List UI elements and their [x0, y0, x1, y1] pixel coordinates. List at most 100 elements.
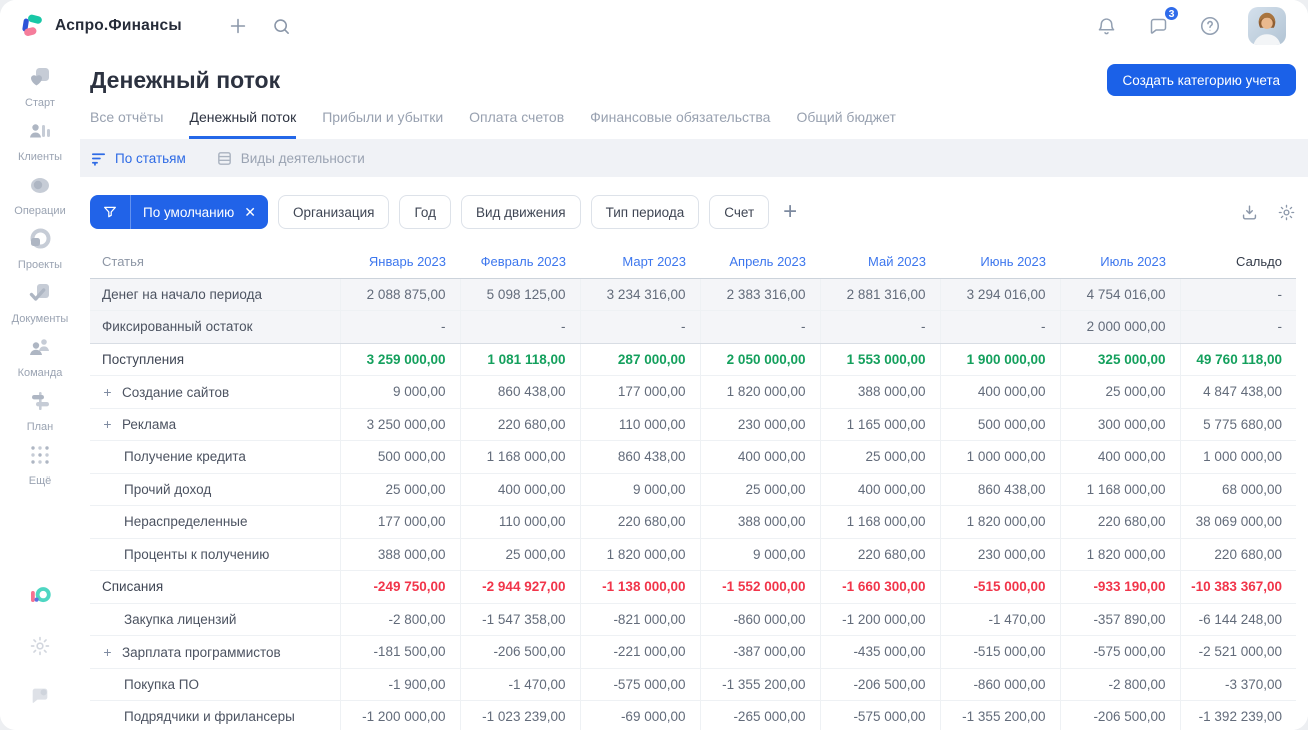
- value-cell: 230 000,00: [699, 408, 820, 441]
- column-month[interactable]: Июль 2023: [1060, 245, 1180, 279]
- expand-icon[interactable]: +: [102, 416, 113, 432]
- sidebar: Старт Клиенты Операции Проекты Документы Кома…: [0, 52, 80, 730]
- sidebar-item-4[interactable]: Проекты: [4, 222, 76, 276]
- tab-1[interactable]: Все отчёты: [90, 109, 163, 139]
- sidebar-nav: Старт Клиенты Операции Проекты Документы Кома…: [4, 60, 76, 492]
- value-cell: 860 438,00: [939, 473, 1060, 506]
- row-label: Получение кредита: [90, 440, 340, 474]
- value-cell: 1 820 000,00: [699, 375, 820, 409]
- row-label: Поступления: [90, 343, 340, 376]
- filter-chip-5[interactable]: Счет: [709, 195, 770, 229]
- search-icon[interactable]: [268, 12, 296, 40]
- value-cell: 400 000,00: [699, 440, 820, 474]
- value-cell: -1 355 200,00: [699, 668, 820, 701]
- create-category-button[interactable]: Создать категорию учета: [1106, 64, 1296, 96]
- value-cell: 1 000 000,00: [1179, 440, 1296, 474]
- value-cell: -515 000,00: [939, 635, 1060, 669]
- value-cell: 2 088 875,00: [339, 278, 460, 311]
- value-cell: 388 000,00: [819, 375, 940, 409]
- value-cell: 1 000 000,00: [939, 440, 1060, 474]
- expand-icon[interactable]: +: [102, 644, 113, 660]
- filter-chip-1[interactable]: Организация: [278, 195, 390, 229]
- value-cell: 1 168 000,00: [459, 440, 580, 474]
- settings-gear-icon[interactable]: [26, 632, 54, 660]
- aspro-logo-icon: [18, 12, 46, 40]
- sidebar-item-8[interactable]: Ещё: [4, 438, 76, 492]
- table-row: Денег на начало периода 2 088 875,00 5 098…: [90, 278, 1296, 311]
- sidebar-item-1[interactable]: Старт: [4, 60, 76, 114]
- value-cell: 220 680,00: [1059, 505, 1180, 539]
- value-cell: -: [459, 310, 580, 344]
- value-cell: 38 069 000,00: [1179, 505, 1296, 539]
- documents-icon: [28, 281, 52, 310]
- user-avatar[interactable]: [1248, 7, 1286, 45]
- filter-chip-2[interactable]: Год: [399, 195, 451, 229]
- sidebar-item-label: Клиенты: [17, 151, 63, 163]
- sidebar-item-6[interactable]: Команда: [4, 330, 76, 384]
- table-row: Поступления 3 259 000,00 1 081 118,00 287 0…: [90, 343, 1296, 376]
- view-switch-label: По статьям: [115, 150, 186, 166]
- help-icon[interactable]: [1196, 12, 1224, 40]
- close-icon[interactable]: ✕: [241, 205, 268, 219]
- feedback-chat-icon[interactable]: [26, 682, 54, 710]
- main-area: Денежный поток Создать категорию учета В…: [80, 52, 1308, 730]
- sidebar-item-label: Проекты: [17, 259, 63, 271]
- brand[interactable]: Аспро.Финансы: [18, 12, 182, 40]
- sidebar-item-2[interactable]: Клиенты: [4, 114, 76, 168]
- expand-icon[interactable]: +: [102, 384, 113, 400]
- funnel-icon[interactable]: [90, 195, 131, 229]
- value-cell: -6 144 248,00: [1179, 603, 1296, 636]
- sidebar-item-3[interactable]: Операции: [4, 168, 76, 222]
- activity-types-icon: [216, 150, 233, 167]
- value-cell: -1 355 200,00: [939, 700, 1060, 730]
- value-cell: -: [339, 310, 460, 344]
- value-cell: 2 050 000,00: [699, 343, 820, 376]
- table-settings-gear-icon[interactable]: [1277, 203, 1296, 222]
- tab-3[interactable]: Прибыли и убытки: [322, 109, 443, 139]
- value-cell: 220 680,00: [819, 538, 940, 571]
- download-icon[interactable]: [1240, 203, 1259, 222]
- default-filter-chip[interactable]: По умолчанию ✕: [90, 195, 269, 229]
- view-switch-label: Виды деятельности: [240, 150, 365, 166]
- row-label: Денег на начало периода: [90, 278, 340, 311]
- aspro-product-logo-icon[interactable]: [26, 582, 54, 610]
- column-month[interactable]: Май 2023: [820, 245, 940, 279]
- value-cell: 4 754 016,00: [1059, 278, 1180, 311]
- table-row: Проценты к получению 388 000,00 25 000,00 1…: [90, 538, 1296, 571]
- value-cell: 9 000,00: [699, 538, 820, 571]
- chat-icon[interactable]: 3: [1144, 5, 1180, 40]
- row-label: Списания: [90, 570, 340, 604]
- column-month[interactable]: Февраль 2023: [460, 245, 580, 279]
- row-label: + Зарплата программистов: [90, 635, 340, 669]
- tab-5[interactable]: Финансовые обязательства: [590, 109, 770, 139]
- row-label: + Реклама: [90, 408, 340, 441]
- view-switch-item-2[interactable]: Виды деятельности: [216, 150, 365, 167]
- tab-4[interactable]: Оплата счетов: [469, 109, 564, 139]
- value-cell: -860 000,00: [939, 668, 1060, 701]
- sidebar-item-7[interactable]: План: [4, 384, 76, 438]
- column-month[interactable]: Январь 2023: [340, 245, 460, 279]
- value-cell: 388 000,00: [339, 538, 460, 571]
- row-label: Покупка ПО: [90, 668, 340, 701]
- filter-chip-3[interactable]: Вид движения: [460, 195, 581, 229]
- add-filter-icon[interactable]: +: [783, 200, 797, 224]
- column-month[interactable]: Март 2023: [580, 245, 700, 279]
- value-cell: -575 000,00: [579, 668, 700, 701]
- value-cell: 2 881 316,00: [819, 278, 940, 311]
- table-row: Фиксированный остаток - - - - - -2 000 000,00-: [90, 310, 1296, 344]
- column-month[interactable]: Апрель 2023: [700, 245, 820, 279]
- value-cell: -1 023 239,00: [459, 700, 580, 730]
- column-month[interactable]: Июнь 2023: [940, 245, 1060, 279]
- value-cell: 3 259 000,00: [339, 343, 460, 376]
- filter-chip-4[interactable]: Тип периода: [590, 195, 700, 229]
- sidebar-item-5[interactable]: Документы: [4, 276, 76, 330]
- value-cell: -1 470,00: [939, 603, 1060, 636]
- value-cell: 1 168 000,00: [819, 505, 940, 539]
- notifications-bell-icon[interactable]: [1092, 12, 1120, 40]
- view-switch-item-1[interactable]: По статьям: [90, 150, 186, 167]
- report-content: По умолчанию ✕ Организация Год Вид движени…: [80, 177, 1308, 730]
- table-row: Прочий доход 25 000,00 400 000,00 9 000,00 2…: [90, 473, 1296, 506]
- add-icon[interactable]: [224, 12, 252, 40]
- tab-2[interactable]: Денежный поток: [189, 109, 297, 139]
- tab-6[interactable]: Общий бюджет: [796, 109, 895, 139]
